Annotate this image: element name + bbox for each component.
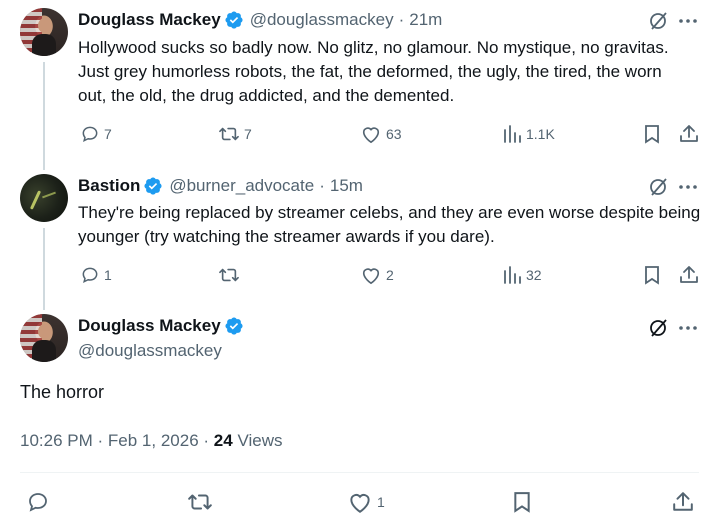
- bookmark-button[interactable]: [642, 265, 662, 285]
- reply-icon: [29, 493, 47, 512]
- views-button[interactable]: 1.1K: [502, 124, 555, 144]
- repost-icon: [219, 268, 239, 282]
- more-icon[interactable]: [677, 10, 699, 32]
- views-count: 24: [213, 431, 233, 450]
- views-icon: [504, 125, 521, 143]
- timestamp[interactable]: 15m: [330, 176, 363, 196]
- author-name[interactable]: Douglass Mackey: [78, 10, 221, 30]
- tweet-text: Hollywood sucks so badly now. No glitz, …: [78, 38, 669, 105]
- author-name[interactable]: Douglass Mackey: [78, 316, 221, 336]
- divider: [20, 472, 699, 473]
- avatar[interactable]: [20, 174, 68, 222]
- views-label: Views: [237, 431, 283, 450]
- avatar[interactable]: [20, 8, 68, 56]
- author-handle[interactable]: @douglassmackey: [78, 341, 222, 361]
- share-button[interactable]: [671, 490, 695, 514]
- reply-icon: [82, 126, 98, 143]
- timestamp[interactable]: 21m: [409, 10, 442, 30]
- bookmark-icon: [514, 492, 530, 513]
- heart-icon: [362, 127, 380, 144]
- verified-badge-icon: [144, 177, 162, 195]
- author-name[interactable]: Bastion: [78, 176, 140, 196]
- share-button[interactable]: [678, 123, 700, 145]
- thread-line-2: [43, 228, 45, 310]
- repost-icon: [188, 494, 212, 510]
- tweet-text: The horror: [20, 382, 105, 402]
- reply-count: 7: [104, 126, 112, 142]
- separator-dot: ·: [398, 10, 405, 29]
- repost-button[interactable]: [187, 490, 213, 514]
- separator-dot: ·: [203, 431, 210, 450]
- grok-icon[interactable]: [647, 176, 669, 198]
- like-button[interactable]: 1: [347, 490, 385, 514]
- author-handle[interactable]: @burner_advocate: [169, 176, 314, 196]
- repost-button[interactable]: [218, 265, 244, 285]
- reply-button[interactable]: [26, 490, 50, 514]
- heart-icon: [350, 494, 370, 513]
- more-icon[interactable]: [677, 176, 699, 198]
- reply-count: 1: [104, 267, 112, 283]
- heart-icon: [362, 268, 380, 285]
- like-count: 63: [386, 126, 402, 142]
- tweet-text: They're being replaced by streamer celeb…: [78, 203, 701, 246]
- like-button[interactable]: 2: [360, 265, 394, 285]
- views-button[interactable]: 32: [502, 265, 542, 285]
- tweet-meta: 10:26 PM · Feb 1, 2026 · 24 Views: [20, 431, 283, 451]
- share-icon: [673, 492, 693, 511]
- views-count: 1.1K: [526, 126, 555, 142]
- author-handle[interactable]: @douglassmackey: [250, 10, 394, 30]
- reply-button[interactable]: 1: [80, 265, 112, 285]
- bookmark-icon: [645, 125, 659, 144]
- like-count: 2: [386, 267, 394, 283]
- bookmark-button[interactable]: [510, 490, 534, 514]
- grok-icon[interactable]: [647, 10, 669, 32]
- verified-badge-icon: [225, 11, 243, 29]
- share-icon: [680, 266, 698, 283]
- share-button[interactable]: [678, 264, 700, 286]
- like-count: 1: [377, 494, 385, 510]
- bookmark-button[interactable]: [642, 124, 662, 144]
- more-icon[interactable]: [677, 317, 699, 339]
- grok-icon[interactable]: [647, 317, 669, 339]
- repost-count: 7: [244, 126, 252, 142]
- views-icon: [504, 266, 521, 284]
- like-button[interactable]: 63: [360, 124, 402, 144]
- separator-dot: ·: [97, 431, 104, 450]
- reply-icon: [82, 267, 98, 284]
- verified-badge-icon: [225, 317, 243, 335]
- avatar[interactable]: [20, 314, 68, 362]
- separator-dot: ·: [319, 176, 325, 195]
- bookmark-icon: [645, 266, 659, 285]
- repost-icon: [219, 127, 239, 141]
- repost-button[interactable]: 7: [218, 124, 252, 144]
- thread-line-1: [43, 62, 45, 170]
- views-count: 32: [526, 267, 542, 283]
- tweet-date[interactable]: Feb 1, 2026: [108, 431, 199, 450]
- share-icon: [680, 125, 698, 142]
- reply-button[interactable]: 7: [80, 124, 112, 144]
- tweet-time[interactable]: 10:26 PM: [20, 431, 93, 450]
